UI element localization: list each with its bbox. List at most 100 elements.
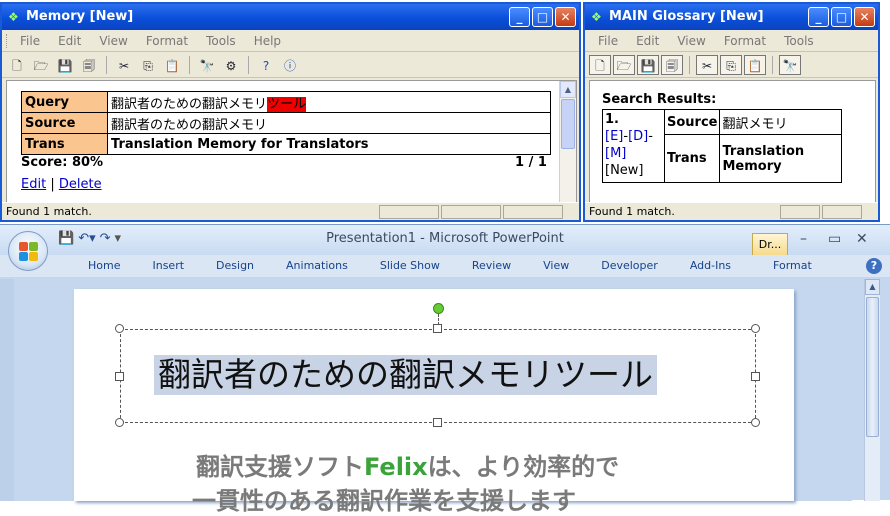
menu-tools[interactable]: Tools — [775, 34, 823, 48]
new-icon[interactable]: 🗋 — [6, 55, 28, 75]
scroll-up-arrow-icon[interactable]: ▲ — [560, 81, 576, 98]
tab-animations[interactable]: Animations — [270, 255, 364, 277]
tab-view[interactable]: View — [527, 255, 585, 277]
glossary-results-pane: Search Results: 1. [E]-[D]- [M] [New] So… — [589, 80, 876, 204]
close-button[interactable]: ✕ — [555, 7, 576, 27]
cut-icon[interactable]: ✂ — [113, 55, 135, 75]
entry-delete-link[interactable]: [D] — [628, 129, 648, 144]
save-all-icon[interactable]: 🗐 — [661, 54, 683, 75]
edit-link[interactable]: Edit — [21, 177, 46, 192]
menu-help[interactable]: Help — [245, 34, 290, 48]
minimize-button[interactable]: _ — [808, 7, 829, 27]
slide-title-text[interactable]: 翻訳者のための翻訳メモリツール — [154, 355, 657, 395]
menu-view[interactable]: View — [90, 34, 136, 48]
entry-memory-link[interactable]: [M] — [605, 146, 626, 161]
menu-file[interactable]: File — [11, 34, 49, 48]
toolbar-separator — [772, 55, 773, 74]
slide[interactable]: 翻訳者のための翻訳メモリツール 翻訳支援ソフトFelixは、より効率的で 一貫性… — [74, 289, 794, 515]
tab-insert[interactable]: Insert — [136, 255, 200, 277]
memory-title-bar[interactable]: ❖ Memory [New] — [2, 4, 579, 30]
close-button[interactable]: ✕ — [856, 231, 868, 247]
new-icon[interactable]: 🗋 — [589, 54, 611, 75]
resize-handle[interactable] — [115, 418, 124, 427]
resize-handle[interactable] — [751, 324, 760, 333]
tab-home[interactable]: Home — [72, 255, 136, 277]
glossary-result-table: 1. [E]-[D]- [M] [New] Source 翻訳メモリ Trans… — [602, 109, 843, 183]
scroll-thumb[interactable] — [561, 99, 575, 149]
trans-label: Trans — [663, 134, 721, 183]
restore-button[interactable]: ▭ — [828, 231, 841, 247]
save-icon[interactable]: 💾 — [637, 54, 659, 75]
scroll-thumb[interactable] — [866, 297, 879, 437]
menu-format[interactable]: Format — [715, 34, 775, 48]
slide-subtitle-line2[interactable]: 一貫性のある翻訳作業を支援します — [192, 481, 576, 516]
redo-icon[interactable]: ↷ — [100, 231, 111, 246]
minimize-button[interactable]: – — [800, 231, 807, 247]
tab-slide-show[interactable]: Slide Show — [364, 255, 456, 277]
find-icon[interactable]: 🔭 — [196, 55, 218, 75]
copy-icon[interactable]: ⎘ — [137, 55, 159, 75]
save-icon[interactable]: 💾 — [54, 55, 76, 75]
resize-handle[interactable] — [433, 324, 442, 333]
delete-link[interactable]: Delete — [59, 177, 102, 192]
info-icon[interactable]: ⓘ — [279, 55, 301, 75]
menubar-grip — [6, 33, 9, 48]
tab-add-ins[interactable]: Add-Ins — [674, 255, 747, 277]
menu-format[interactable]: Format — [137, 34, 197, 48]
entry-edit-link[interactable]: [E] — [605, 129, 623, 144]
slides-pane-edge — [0, 279, 14, 501]
open-icon[interactable]: 🗁 — [613, 54, 635, 75]
menu-file[interactable]: File — [589, 34, 627, 48]
find-icon[interactable]: 🔭 — [779, 54, 801, 75]
paste-icon[interactable]: 📋 — [744, 54, 766, 75]
glossary-toolbar: 🗋 🗁 💾 🗐 ✂ ⎘ 📋 🔭 — [585, 52, 878, 78]
menu-edit[interactable]: Edit — [49, 34, 90, 48]
table-row: Trans Translation Memory for Translators — [21, 133, 551, 155]
memory-status-text: Found 1 match. — [6, 205, 92, 218]
resize-handle[interactable] — [115, 372, 124, 381]
properties-icon[interactable]: ⚙ — [220, 55, 242, 75]
glossary-scrollbar[interactable] — [858, 81, 875, 203]
slide-subtitle-line1[interactable]: 翻訳支援ソフトFelixは、より効率的で — [196, 447, 619, 482]
rotate-handle[interactable] — [433, 303, 444, 314]
cut-icon[interactable]: ✂ — [696, 54, 718, 75]
paste-icon[interactable]: 📋 — [161, 55, 183, 75]
office-logo-icon — [19, 242, 39, 262]
tab-format[interactable]: Format — [757, 255, 828, 277]
slide-scrollbar[interactable]: ▲ — [864, 279, 880, 501]
tab-review[interactable]: Review — [456, 255, 527, 277]
office-button[interactable] — [8, 231, 48, 271]
table-row: Query 翻訳者のための翻訳メモリツール — [21, 91, 551, 113]
memory-scrollbar[interactable]: ▲ — [559, 81, 576, 203]
maximize-button[interactable]: □ — [831, 7, 852, 27]
minimize-button[interactable]: _ — [509, 7, 530, 27]
help-icon[interactable]: ? — [255, 55, 277, 75]
save-icon[interactable]: 💾 — [58, 231, 74, 246]
resize-handle[interactable] — [115, 324, 124, 333]
entry-new-tag: [New] — [605, 163, 644, 178]
ribbon-tabs: Home Insert Design Animations Slide Show… — [0, 255, 890, 277]
maximize-button[interactable]: □ — [532, 7, 553, 27]
glossary-menubar: File Edit View Format Tools — [585, 30, 878, 52]
save-all-icon[interactable]: 🗐 — [78, 55, 100, 75]
help-icon[interactable]: ? — [866, 258, 882, 274]
drawing-tools-tab[interactable]: Dr... — [752, 233, 788, 257]
scroll-up-arrow-icon[interactable]: ▲ — [865, 279, 880, 295]
tab-developer[interactable]: Developer — [585, 255, 674, 277]
memory-results-pane: Query 翻訳者のための翻訳メモリツール Source 翻訳者のための翻訳メモ… — [6, 80, 577, 204]
resize-handle[interactable] — [751, 372, 760, 381]
open-icon[interactable]: 🗁 — [30, 55, 52, 75]
status-panes — [379, 205, 563, 219]
customize-qat-icon[interactable]: ▾ — [115, 231, 122, 246]
menu-view[interactable]: View — [668, 34, 714, 48]
undo-icon[interactable]: ↶▾ — [78, 231, 95, 246]
menu-tools[interactable]: Tools — [197, 34, 245, 48]
close-button[interactable]: ✕ — [854, 7, 875, 27]
menu-edit[interactable]: Edit — [627, 34, 668, 48]
resize-handle[interactable] — [751, 418, 760, 427]
copy-icon[interactable]: ⎘ — [720, 54, 742, 75]
tab-design[interactable]: Design — [200, 255, 270, 277]
resize-handle[interactable] — [433, 418, 442, 427]
table-row: Source 翻訳者のための翻訳メモリ — [21, 112, 551, 134]
powerpoint-title: Presentation1 - Microsoft PowerPoint — [326, 231, 564, 246]
